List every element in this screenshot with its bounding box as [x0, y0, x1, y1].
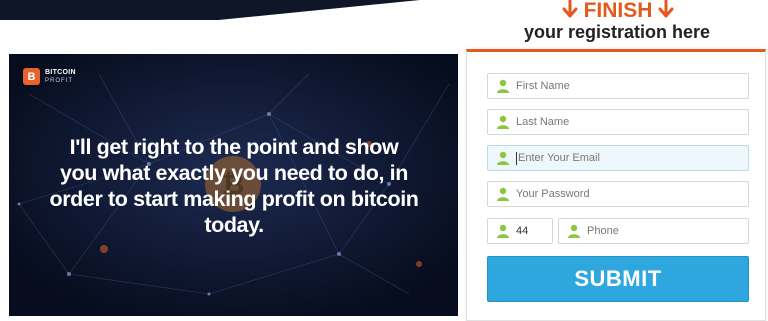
phone-field[interactable]: Phone: [558, 218, 749, 244]
user-icon: [497, 187, 509, 201]
logo-sub: PROFIT: [45, 77, 73, 84]
finish-header: FINISH: [548, 0, 688, 22]
registration-form: First Name Last Name Enter Your Email Yo…: [466, 49, 766, 321]
bitcoin-profit-logo: B BITCOIN PROFIT: [23, 68, 76, 85]
email-field[interactable]: Enter Your Email: [487, 145, 749, 171]
logo-name: BITCOIN: [45, 68, 76, 76]
user-icon: [497, 151, 509, 165]
arrow-down-icon: [562, 0, 578, 23]
first-name-field[interactable]: First Name: [487, 73, 749, 99]
phone-placeholder: Phone: [587, 225, 619, 237]
video-player[interactable]: ₿ B BITCOIN PROFIT I'll get right to the…: [9, 54, 458, 316]
arrow-down-icon: [658, 0, 674, 23]
first-name-placeholder: First Name: [516, 80, 570, 92]
country-code-value: 44: [516, 225, 529, 237]
user-icon: [568, 224, 580, 238]
text-cursor: [516, 151, 517, 165]
bitcoin-logo-icon: B: [23, 68, 40, 85]
password-placeholder: Your Password: [516, 188, 590, 200]
country-code-field[interactable]: 44: [487, 218, 553, 244]
top-banner-dark-shape: [0, 0, 420, 20]
registration-heading: your registration here: [523, 22, 711, 42]
last-name-placeholder: Last Name: [516, 116, 570, 128]
finish-label: FINISH: [583, 0, 653, 23]
user-icon: [497, 224, 509, 238]
password-field[interactable]: Your Password: [487, 181, 749, 207]
submit-button[interactable]: SUBMIT: [487, 256, 749, 302]
user-icon: [497, 115, 509, 129]
last-name-field[interactable]: Last Name: [487, 109, 749, 135]
email-placeholder: Enter Your Email: [518, 152, 600, 164]
user-icon: [497, 79, 509, 93]
video-headline: I'll get right to the point and show you…: [49, 135, 419, 237]
